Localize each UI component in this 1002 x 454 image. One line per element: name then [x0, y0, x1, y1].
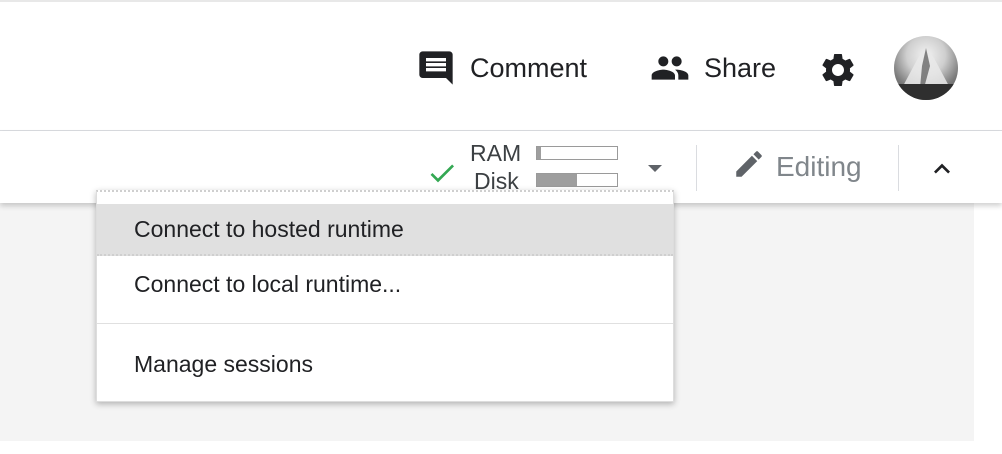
ram-usage-fill	[537, 147, 541, 159]
menu-item-label: Connect to local runtime...	[134, 270, 402, 297]
menu-item-label: Connect to hosted runtime	[134, 215, 404, 242]
toolbar-divider	[898, 145, 899, 191]
comment-label: Comment	[470, 52, 588, 83]
gear-icon	[818, 53, 858, 94]
app-root: Comment Share RAM Disk Editing Connect t…	[0, 0, 1002, 454]
menu-item-connect-local[interactable]: Connect to local runtime...	[97, 258, 673, 310]
editing-mode-button[interactable]: Editing	[732, 147, 862, 187]
disk-usage-bar[interactable]	[536, 173, 618, 187]
toolbar-divider	[696, 145, 697, 191]
avatar[interactable]	[894, 36, 958, 100]
people-icon	[650, 48, 690, 88]
settings-button[interactable]	[818, 50, 858, 90]
menu-item-label: Manage sessions	[134, 350, 313, 377]
menu-item-manage-sessions[interactable]: Manage sessions	[97, 338, 673, 390]
share-label: Share	[704, 52, 777, 83]
chevron-up-icon[interactable]	[926, 153, 958, 185]
ram-usage-bar[interactable]	[536, 146, 618, 160]
comment-button[interactable]: Comment	[416, 46, 587, 90]
header-bar: Comment Share	[0, 2, 1002, 131]
editing-label: Editing	[776, 151, 862, 182]
menu-divider	[97, 323, 673, 324]
pencil-icon	[732, 147, 766, 188]
ram-label: RAM	[470, 140, 522, 166]
check-icon	[426, 157, 458, 189]
runtime-menu: Connect to hosted runtime Connect to loc…	[96, 190, 674, 402]
caret-down-icon[interactable]	[642, 157, 668, 179]
menu-item-connect-hosted[interactable]: Connect to hosted runtime	[97, 204, 673, 256]
disk-usage-fill	[537, 174, 577, 186]
comment-icon	[416, 48, 456, 88]
share-button[interactable]: Share	[650, 46, 776, 90]
